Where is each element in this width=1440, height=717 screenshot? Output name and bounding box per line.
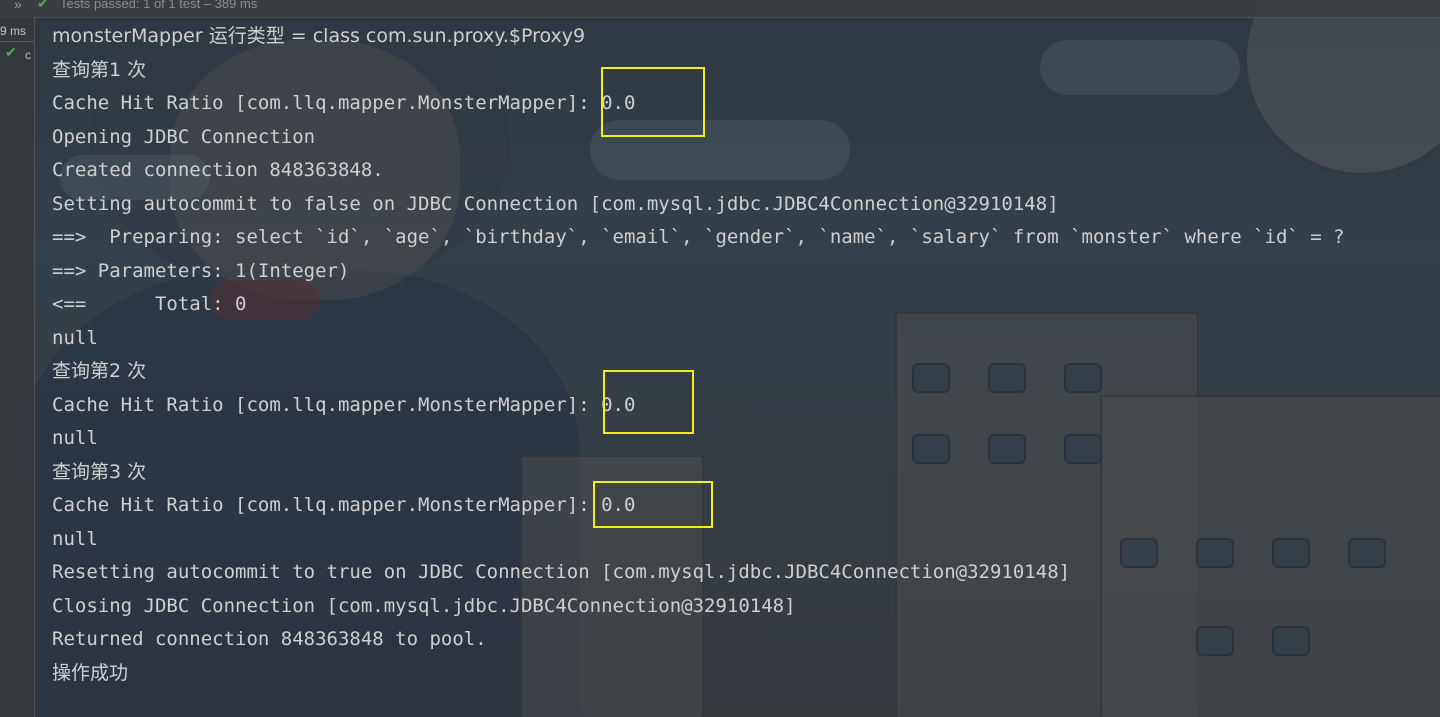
console-line: 操作成功 [52, 661, 129, 684]
double-chevron-right-icon[interactable]: » [14, 0, 22, 12]
check-icon: ✔ [37, 0, 49, 11]
console-line: null [52, 527, 98, 550]
test-tree-item-label[interactable]: c [25, 48, 31, 62]
console-line: Cache Hit Ratio [com.llq.mapper.MonsterM… [52, 494, 636, 516]
console-line: Cache Hit Ratio [com.llq.mapper.MonsterM… [52, 393, 636, 416]
console-line: Cache Hit Ratio [com.llq.mapper.MonsterM… [52, 92, 636, 114]
console-line: Opening JDBC Connection [52, 125, 316, 148]
run-console-window: » ✔ Tests passed: 1 of 1 test – 389 ms 9… [0, 0, 1440, 717]
console-line: Setting autocommit to false on JDBC Conn… [52, 192, 1059, 215]
console-line: 查询第3 次 [52, 460, 147, 483]
test-status-text: Tests passed: 1 of 1 test – 389 ms [60, 0, 258, 11]
test-duration-label: 9 ms [0, 24, 27, 38]
test-tree-panel: 9 ms ✔ c [0, 17, 35, 717]
console-line: Created connection 848363848. [52, 159, 384, 181]
console-line: Resetting autocommit to true on JDBC Con… [52, 561, 1071, 583]
console-line: null [52, 427, 98, 449]
console-line: ==> Preparing: select `id`, `age`, `birt… [52, 226, 1345, 248]
console-output[interactable]: monsterMapper 运行类型 = class com.sun.proxy… [52, 20, 1440, 690]
console-line: ==> Parameters: 1(Integer) [52, 259, 350, 282]
highlight-box [601, 67, 705, 137]
divider [0, 41, 34, 42]
highlight-box [603, 370, 694, 434]
console-line: null [52, 326, 98, 349]
highlight-box [593, 481, 713, 528]
console-line: Closing JDBC Connection [com.mysql.jdbc.… [52, 594, 796, 617]
console-line: <== Total: 0 [52, 293, 247, 315]
check-icon: ✔ [5, 44, 17, 60]
console-line: monsterMapper 运行类型 = class com.sun.proxy… [52, 25, 586, 47]
test-status-bar: » ✔ Tests passed: 1 of 1 test – 389 ms [0, 0, 1440, 18]
console-line: 查询第2 次 [52, 360, 147, 382]
console-line: Returned connection 848363848 to pool. [52, 628, 487, 650]
console-line: 查询第1 次 [52, 58, 147, 81]
